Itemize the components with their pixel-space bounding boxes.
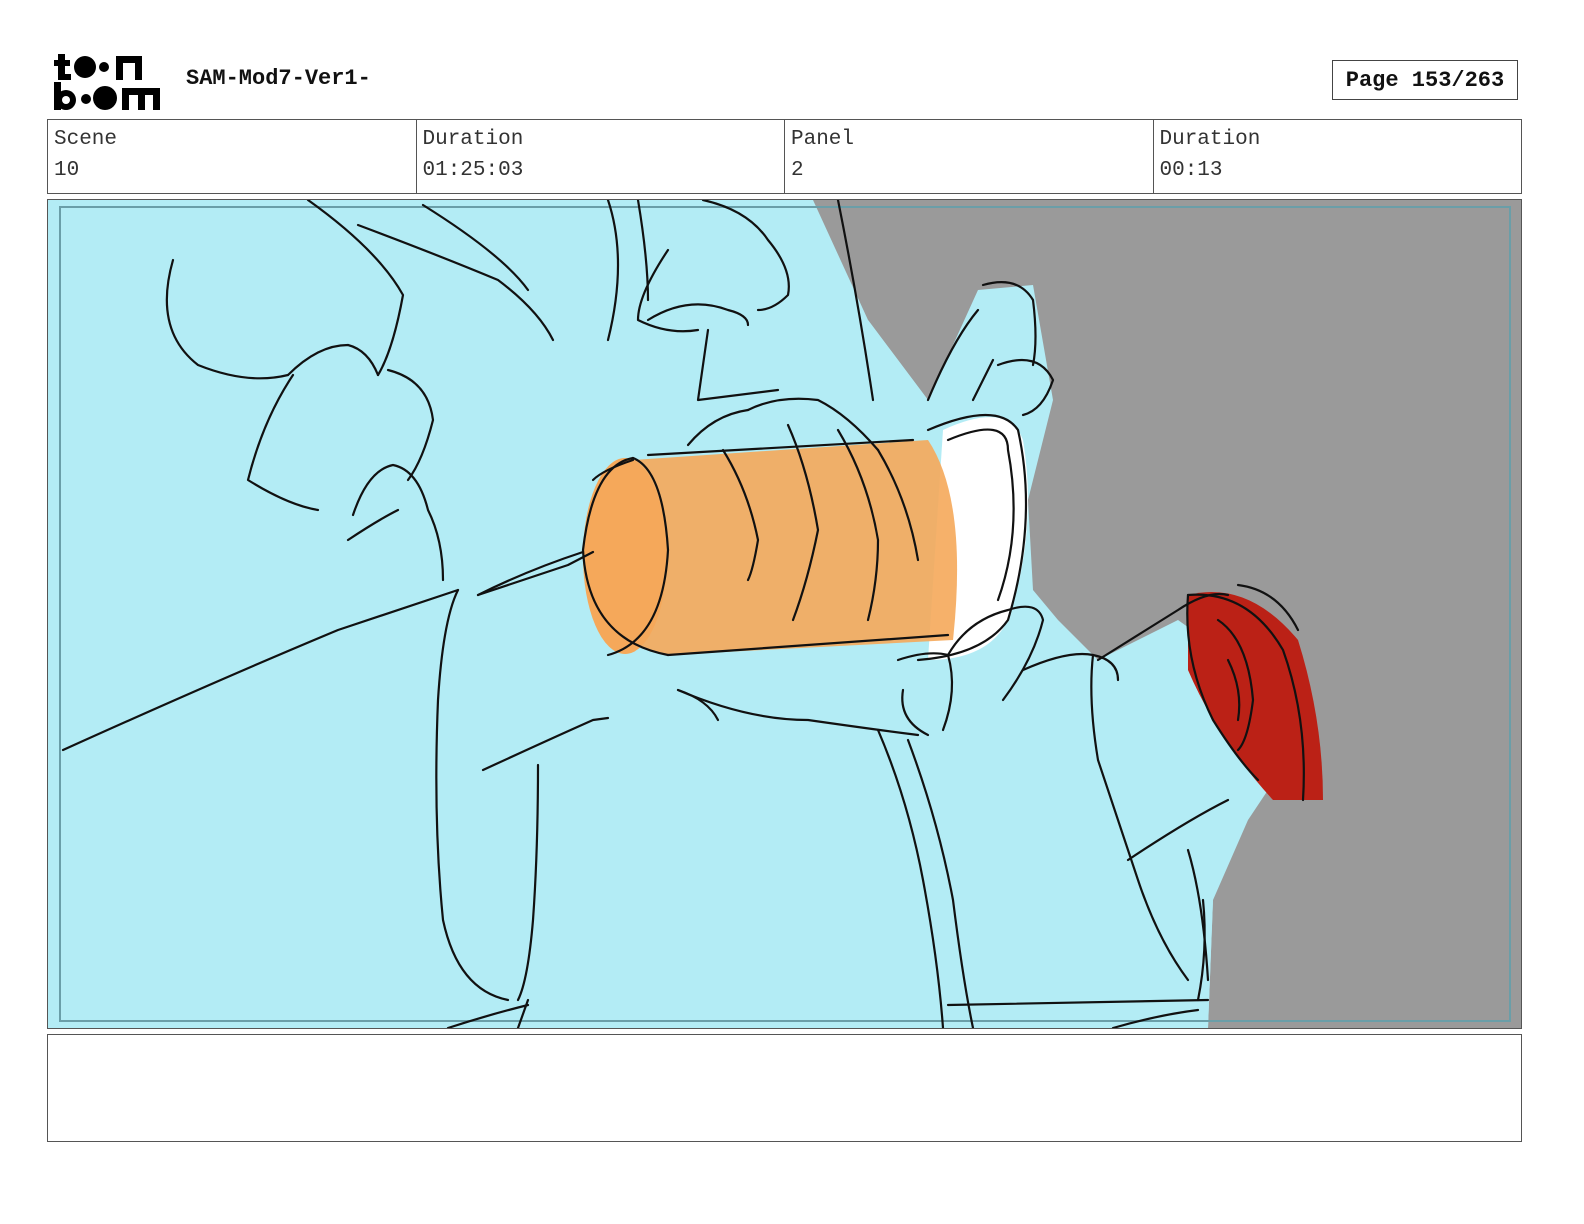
panel-cell: Panel 2: [785, 120, 1154, 193]
scene-cell: Scene 10: [48, 120, 417, 193]
page-indicator: Page 153/263: [1332, 60, 1518, 100]
scene-info-table: Scene 10 Duration 01:25:03 Panel 2 Durat…: [47, 119, 1522, 194]
panel-caption-box: [47, 1034, 1522, 1142]
document-title: SAM-Mod7-Ver1-: [186, 66, 371, 91]
panel-duration-label: Duration: [1159, 128, 1261, 151]
scene-duration-cell: Duration 01:25:03: [417, 120, 785, 193]
panel-label: Panel: [791, 128, 855, 151]
scene-duration-value: 01:25:03: [422, 159, 524, 182]
storyboard-panel: [47, 199, 1522, 1029]
scene-label: Scene: [54, 128, 118, 151]
panel-duration-value: 00:13: [1159, 159, 1223, 182]
panel-duration-cell: Duration 00:13: [1154, 120, 1522, 193]
cup-bottom: [583, 458, 667, 654]
panel-value: 2: [791, 159, 804, 182]
toon-boom-logo: [52, 50, 164, 112]
scene-duration-label: Duration: [422, 128, 524, 151]
panel-sketch: [48, 200, 1521, 1028]
scene-value: 10: [54, 159, 80, 182]
